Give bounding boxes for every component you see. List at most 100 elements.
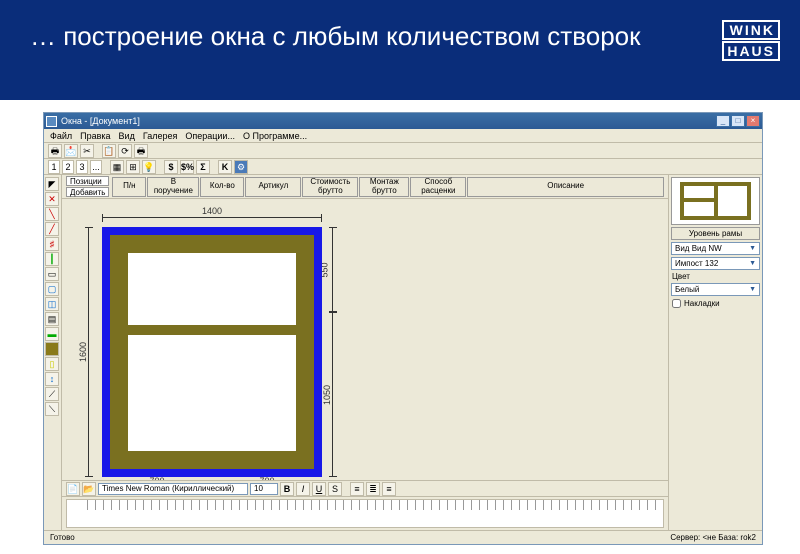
tb-layout-icon[interactable]: ⊞: [126, 160, 140, 174]
window-preview[interactable]: [671, 177, 760, 225]
col-cost[interactable]: Стоимость брутто: [302, 177, 358, 197]
tb-paste-icon[interactable]: 📋: [102, 144, 116, 158]
dim-left: 1600: [88, 227, 98, 477]
menu-gallery[interactable]: Галерея: [143, 131, 178, 141]
status-ready: Готово: [50, 533, 75, 542]
fmt-underline-button[interactable]: U: [312, 482, 326, 496]
tool-curve2-icon[interactable]: ⟍: [45, 402, 59, 416]
status-server: Сервер: <не База: rok2: [670, 533, 756, 542]
col-article[interactable]: Артикул: [245, 177, 301, 197]
fmt-align-left-icon[interactable]: ≡: [350, 482, 364, 496]
toolbar-2: 1 2 3 ... ▦ ⊞ 💡 $ $% Σ K ⚙: [44, 159, 762, 175]
tb-sigma-icon[interactable]: Σ: [196, 160, 210, 174]
tool-delete-icon[interactable]: ✕: [45, 192, 59, 206]
impost-select[interactable]: Импост 132▼: [671, 257, 760, 270]
menu-view[interactable]: Вид: [119, 131, 135, 141]
fmt-strike-button[interactable]: S: [328, 482, 342, 496]
frame-level-button[interactable]: Уровень рамы: [671, 227, 760, 240]
tab-positions[interactable]: Позиции: [66, 176, 109, 186]
window-title: Окна - [Документ1]: [61, 116, 140, 126]
text-editor[interactable]: [66, 499, 664, 528]
profile-select[interactable]: Вид Вид NW▼: [671, 242, 760, 255]
size-select[interactable]: 10: [250, 483, 278, 495]
menu-operations[interactable]: Операции...: [185, 131, 235, 141]
fmt-open-icon[interactable]: 📂: [82, 482, 96, 496]
left-toolbox: ◤ ✕ ╲ ╱ ♯ ┃ ▭ ▢ ◫ ▤ ▬ ▯ ↕ ⟋ ⟍: [44, 175, 62, 530]
tb-num-3[interactable]: 3: [76, 160, 88, 174]
brand-logo: WINK HAUS: [722, 20, 780, 62]
overlay-checkbox[interactable]: [672, 299, 681, 308]
tb-cut-icon[interactable]: ✂: [80, 144, 94, 158]
window-model[interactable]: [102, 227, 322, 477]
tb-k-icon[interactable]: K: [218, 160, 232, 174]
col-order[interactable]: В поручение: [147, 177, 199, 197]
minimize-button[interactable]: _: [716, 115, 730, 127]
dropdown-icon: ▼: [749, 260, 756, 267]
dim-right-top: 550: [332, 227, 342, 312]
col-pn[interactable]: П/н: [112, 177, 146, 197]
col-mount[interactable]: Монтаж брутто: [359, 177, 409, 197]
dropdown-icon: ▼: [749, 245, 756, 252]
tb-gear-icon[interactable]: ⚙: [234, 160, 248, 174]
fmt-align-center-icon[interactable]: ≣: [366, 482, 380, 496]
tool-line1-icon[interactable]: ╲: [45, 207, 59, 221]
fmt-italic-button[interactable]: I: [296, 482, 310, 496]
tool-grid-icon[interactable]: ♯: [45, 237, 59, 251]
tab-add[interactable]: Добавить: [66, 187, 109, 197]
fmt-align-right-icon[interactable]: ≡: [382, 482, 396, 496]
titlebar: Окна - [Документ1] _ □ ×: [44, 113, 762, 129]
right-panel: Уровень рамы Вид Вид NW▼ Импост 132▼ Цве…: [668, 175, 762, 530]
app-icon: [46, 116, 57, 127]
tb-refresh-icon[interactable]: ⟳: [118, 144, 132, 158]
menu-about[interactable]: О Программе...: [243, 131, 307, 141]
tb-grid-icon[interactable]: ▦: [110, 160, 124, 174]
tb-mail-icon[interactable]: 📩: [64, 144, 78, 158]
color-select[interactable]: Белый▼: [671, 283, 760, 296]
col-method[interactable]: Способ расценки: [410, 177, 466, 197]
dim-right-bot: 1050: [332, 312, 342, 477]
slide-title: … построение окна с любым количеством ст…: [30, 20, 641, 53]
app-window: Окна - [Документ1] _ □ × Файл Правка Вид…: [43, 112, 763, 545]
overlay-label: Накладки: [684, 299, 720, 308]
tool-rect-icon[interactable]: ▭: [45, 267, 59, 281]
menu-edit[interactable]: Правка: [80, 131, 110, 141]
tool-move-icon[interactable]: ↕: [45, 372, 59, 386]
pane-bottom-right[interactable]: [210, 335, 296, 451]
col-qty[interactable]: Кол-во: [200, 177, 244, 197]
menu-file[interactable]: Файл: [50, 131, 72, 141]
tool-line2-icon[interactable]: ╱: [45, 222, 59, 236]
tool-pointer-icon[interactable]: ◤: [45, 177, 59, 191]
tool-green1-icon[interactable]: ▬: [45, 327, 59, 341]
tb-bulb-icon[interactable]: 💡: [142, 160, 156, 174]
tool-fill-icon[interactable]: ▤: [45, 312, 59, 326]
fmt-bold-button[interactable]: B: [280, 482, 294, 496]
tb-dollar-pct-icon[interactable]: $%: [180, 160, 194, 174]
fmt-new-icon[interactable]: 📄: [66, 482, 80, 496]
close-button[interactable]: ×: [746, 115, 760, 127]
tool-highlight-icon[interactable]: ▯: [45, 357, 59, 371]
col-desc[interactable]: Описание: [467, 177, 664, 197]
tb-print-icon[interactable]: 🖶: [48, 144, 62, 158]
menubar: Файл Правка Вид Галерея Операции... О Пр…: [44, 129, 762, 143]
drawing-canvas[interactable]: 1400 550 1050 1600 700 700: [62, 199, 668, 480]
pane-top[interactable]: [128, 253, 296, 325]
tool-vbar-icon[interactable]: ┃: [45, 252, 59, 266]
tb-dollar-icon[interactable]: $: [164, 160, 178, 174]
toolbar-1: 🖶 📩 ✂ 📋 ⟳ 🖶: [44, 143, 762, 159]
tool-curve1-icon[interactable]: ⟋: [45, 387, 59, 401]
tb-num-1[interactable]: 1: [48, 160, 60, 174]
pane-bottom-left[interactable]: [128, 335, 214, 451]
tool-glass-icon[interactable]: ◫: [45, 297, 59, 311]
dropdown-icon: ▼: [749, 286, 756, 293]
tb-num-more[interactable]: ...: [90, 160, 102, 174]
font-select[interactable]: Times New Roman (Кириллический): [98, 483, 248, 495]
header-row: Позиции Добавить П/н В поручение Кол-во …: [62, 175, 668, 199]
text-panel: 📄 📂 Times New Roman (Кириллический) 10 B…: [62, 480, 668, 530]
tool-olive-icon[interactable]: [45, 342, 59, 356]
maximize-button[interactable]: □: [731, 115, 745, 127]
tb-print2-icon[interactable]: 🖶: [134, 144, 148, 158]
ruler: [87, 500, 659, 510]
tool-sash-icon[interactable]: ▢: [45, 282, 59, 296]
statusbar: Готово Сервер: <не База: rok2: [44, 530, 762, 544]
tb-num-2[interactable]: 2: [62, 160, 74, 174]
